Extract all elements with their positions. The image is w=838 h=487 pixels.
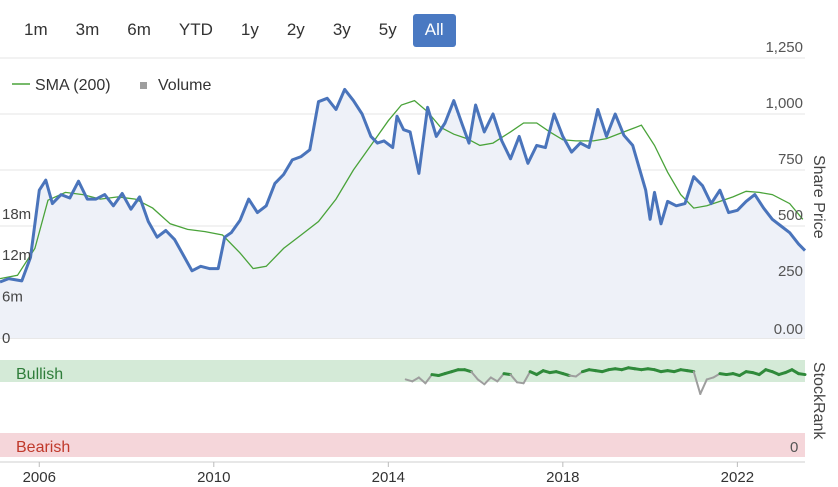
- stockrank-panel: Bullish Bearish 0 StockRank: [0, 360, 827, 457]
- price-axis-title: Share Price: [810, 155, 827, 239]
- volume-tick-label: 18m: [2, 206, 31, 223]
- price-tick-label: 500: [778, 207, 803, 224]
- year-tick-label: 2006: [23, 469, 56, 486]
- volume-tick-label: 6m: [2, 289, 23, 306]
- price-tick-label: 1,000: [765, 95, 803, 112]
- price-tick-label: 1,250: [765, 39, 803, 56]
- price-zero-label: 0.00: [774, 321, 803, 338]
- year-tick-label: 2022: [721, 469, 754, 486]
- stockrank-segment: [463, 368, 473, 374]
- bearish-label: Bearish: [16, 439, 70, 456]
- year-tick-label: 2010: [197, 469, 230, 486]
- volume-tick-label: 12m: [2, 247, 31, 264]
- legend: SMA (200) Volume: [12, 77, 211, 94]
- stockrank-segment: [561, 372, 571, 378]
- year-tick-label: 2018: [546, 469, 579, 486]
- price-tick-label: 750: [778, 151, 803, 168]
- price-tick-label: 250: [778, 263, 803, 280]
- stockrank-zero-label: 0: [790, 439, 798, 456]
- sma-legend-label: SMA (200): [35, 77, 111, 94]
- year-tick-label: 2014: [372, 469, 405, 486]
- stockrank-axis-title: StockRank: [810, 362, 827, 440]
- volume-legend-swatch: [140, 82, 147, 89]
- bullish-label: Bullish: [16, 366, 63, 383]
- bearish-band: [0, 433, 805, 457]
- price-chart: 250 500 750 1,000 1,250 0.00 0 6m 12m 18m SMA (2…: [0, 39, 827, 486]
- volume-tick-label: 0: [2, 330, 10, 347]
- volume-legend-label: Volume: [158, 77, 211, 94]
- year-axis-ticks: 2006 2010 2014 2018 2022: [23, 462, 754, 486]
- stockrank-segment: [796, 372, 807, 377]
